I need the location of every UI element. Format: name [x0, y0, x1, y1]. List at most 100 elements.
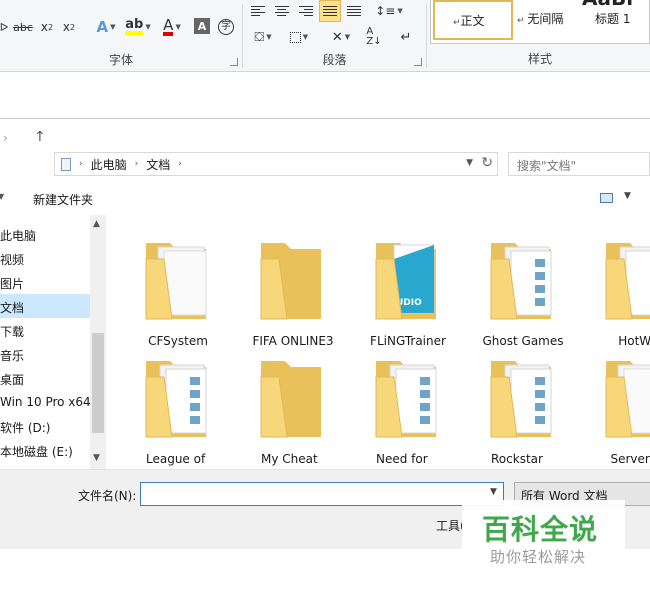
- folder-icon: [145, 243, 207, 320]
- nav-item-videos[interactable]: 视频: [0, 246, 90, 270]
- sort-button[interactable]: A Z↓: [363, 26, 385, 48]
- tools-button[interactable]: 工具(: [436, 517, 465, 534]
- highlight-button[interactable]: ab ▼: [122, 16, 154, 38]
- folder-icon: [260, 243, 321, 320]
- folder-icon: UDIO: [375, 243, 436, 320]
- nav-item-downloads[interactable]: 下载: [0, 318, 90, 342]
- heading-style-preview: AaBl: [582, 0, 633, 10]
- align-left-icon: [251, 6, 265, 16]
- back-arrow-icon[interactable]: ›: [3, 131, 8, 145]
- nav-scrollbar-thumb[interactable]: [92, 333, 104, 433]
- refresh-icon[interactable]: ↻: [481, 155, 493, 171]
- scroll-down-icon[interactable]: ▼: [93, 453, 100, 463]
- enclose-characters-icon: 字: [218, 19, 234, 35]
- font-group-label: 字体: [108, 53, 133, 67]
- folder-item[interactable]: Rockstar Games: [469, 347, 577, 466]
- superscript-button[interactable]: x2: [60, 16, 78, 38]
- filename-field[interactable]: [140, 482, 504, 506]
- text-effects-button[interactable]: A ▼: [92, 16, 120, 38]
- nav-item-d-drive[interactable]: 软件 (D:): [0, 414, 90, 438]
- text-effects-icon: A: [96, 18, 109, 36]
- borders-icon: [289, 31, 301, 43]
- chevron-down-icon[interactable]: ▼: [624, 191, 631, 201]
- paint-bucket-icon: ⛋: [254, 29, 265, 45]
- subscript-button[interactable]: x2: [38, 16, 56, 38]
- borders-button[interactable]: ▼: [283, 26, 315, 48]
- documents-icon: [61, 157, 71, 171]
- line-spacing-button[interactable]: ↕≡ ▼: [373, 0, 405, 22]
- nav-item-pictures[interactable]: 图片: [0, 270, 90, 294]
- shading-button[interactable]: ⛋ ▼: [247, 26, 279, 48]
- folder-label: Need for Speed(TM): [376, 452, 428, 466]
- sort-icon: A Z↓: [366, 26, 382, 47]
- font-color-icon: A: [163, 16, 174, 36]
- align-right-button[interactable]: [295, 0, 317, 22]
- new-folder-button[interactable]: 新建文件夹: [33, 191, 93, 208]
- folder-item[interactable]: League of Legends: [124, 347, 232, 466]
- justify-button[interactable]: [319, 0, 341, 22]
- format-painter-button[interactable]: ᐅ: [0, 16, 8, 38]
- font-color-button[interactable]: A ▼: [158, 16, 186, 38]
- folder-item[interactable]: ServerCo: [584, 347, 650, 466]
- enclose-characters-button[interactable]: 字: [216, 16, 236, 38]
- up-arrow-icon[interactable]: ↑: [34, 129, 46, 145]
- show-marks-button[interactable]: ↵: [395, 26, 417, 48]
- folder-icon: [375, 361, 437, 438]
- address-bar[interactable]: › 此电脑 › 文档 › ▼ ↻: [54, 152, 498, 176]
- folder-icon: [145, 361, 207, 438]
- align-right-icon: [299, 6, 313, 16]
- scroll-up-icon[interactable]: ▲: [93, 219, 100, 229]
- folder-icon: [490, 243, 552, 320]
- breadcrumb-this-pc[interactable]: 此电脑: [91, 156, 127, 173]
- font-dialog-launcher[interactable]: [230, 58, 238, 66]
- style-heading-1[interactable]: 标题 1: [595, 10, 630, 27]
- watermark: 百科全说 助你轻松解决: [462, 500, 625, 578]
- search-input[interactable]: 搜索"文档": [508, 152, 650, 176]
- style-no-spacing[interactable]: ↵ 无间隔: [517, 10, 563, 27]
- chevron-down-icon[interactable]: ▼: [0, 192, 4, 201]
- file-list: CFSystem FIFA ONLINE3 UDIO FLiNGTrainer Ghos…: [106, 215, 650, 469]
- folder-icon: [490, 361, 552, 438]
- justify-icon: [323, 6, 337, 16]
- chevron-down-icon[interactable]: ▼: [466, 158, 473, 168]
- nav-item-music[interactable]: 音乐: [0, 342, 90, 366]
- document-area: [0, 72, 650, 118]
- watermark-title: 百科全说: [482, 513, 599, 546]
- align-center-button[interactable]: [271, 0, 293, 22]
- strikethrough-button[interactable]: abc: [12, 16, 34, 38]
- folder-icon: [605, 361, 650, 438]
- chevron-right-icon: ›: [79, 159, 83, 169]
- breadcrumb-documents[interactable]: 文档: [146, 156, 170, 173]
- folder-item[interactable]: Need for Speed(TM): [354, 347, 462, 466]
- chevron-down-icon[interactable]: ▼: [490, 487, 497, 497]
- nav-item-e-drive[interactable]: 本地磁盘 (E:): [0, 438, 90, 462]
- distributed-button[interactable]: [343, 0, 365, 22]
- chevron-right-icon[interactable]: ›: [178, 159, 182, 169]
- folder-item[interactable]: CFSystem: [124, 229, 232, 348]
- style-normal[interactable]: ↵正文: [433, 0, 513, 40]
- align-left-button[interactable]: [247, 0, 269, 22]
- folder-item[interactable]: My Cheat Tables: [239, 347, 347, 466]
- paragraph-mark-icon: ↵: [400, 29, 412, 45]
- dialog-toolbar: ▼ 新建文件夹 ▼: [0, 183, 650, 215]
- view-icon[interactable]: [600, 193, 613, 203]
- distributed-icon: [347, 6, 361, 16]
- folder-item[interactable]: HotWa: [584, 229, 650, 348]
- folder-item[interactable]: Ghost Games: [469, 229, 577, 348]
- nav-item-documents[interactable]: 文档: [0, 294, 90, 318]
- paragraph-group-label: 段落: [322, 53, 347, 67]
- paragraph-dialog-launcher[interactable]: [414, 58, 422, 66]
- folder-icon: [260, 361, 321, 438]
- folder-label: ServerCo: [610, 452, 650, 466]
- nav-item-this-pc[interactable]: 此电脑: [0, 222, 90, 246]
- line-spacing-icon: ↕≡: [375, 4, 396, 18]
- nav-item-c-drive[interactable]: Win 10 Pro x64: [0, 390, 90, 414]
- chinese-layout-button[interactable]: ✕ ▼: [325, 26, 357, 48]
- navigation-pane: 此电脑 视频 图片 文档 下载 音乐 桌面 Win 10 Pro x64 软件 …: [0, 215, 106, 469]
- folder-item[interactable]: FIFA ONLINE3: [239, 229, 347, 348]
- ribbon: ᐅ abc x2 x2 A ▼ ab ▼ A ▼ A 字 字体 ↕≡ ▼ ⛋ ▼ ▼ ✕ ▼…: [0, 0, 650, 72]
- folder-icon: [605, 243, 650, 320]
- folder-item[interactable]: UDIO FLiNGTrainer: [354, 229, 462, 348]
- character-shading-button[interactable]: A: [194, 18, 210, 34]
- nav-item-desktop[interactable]: 桌面: [0, 366, 90, 390]
